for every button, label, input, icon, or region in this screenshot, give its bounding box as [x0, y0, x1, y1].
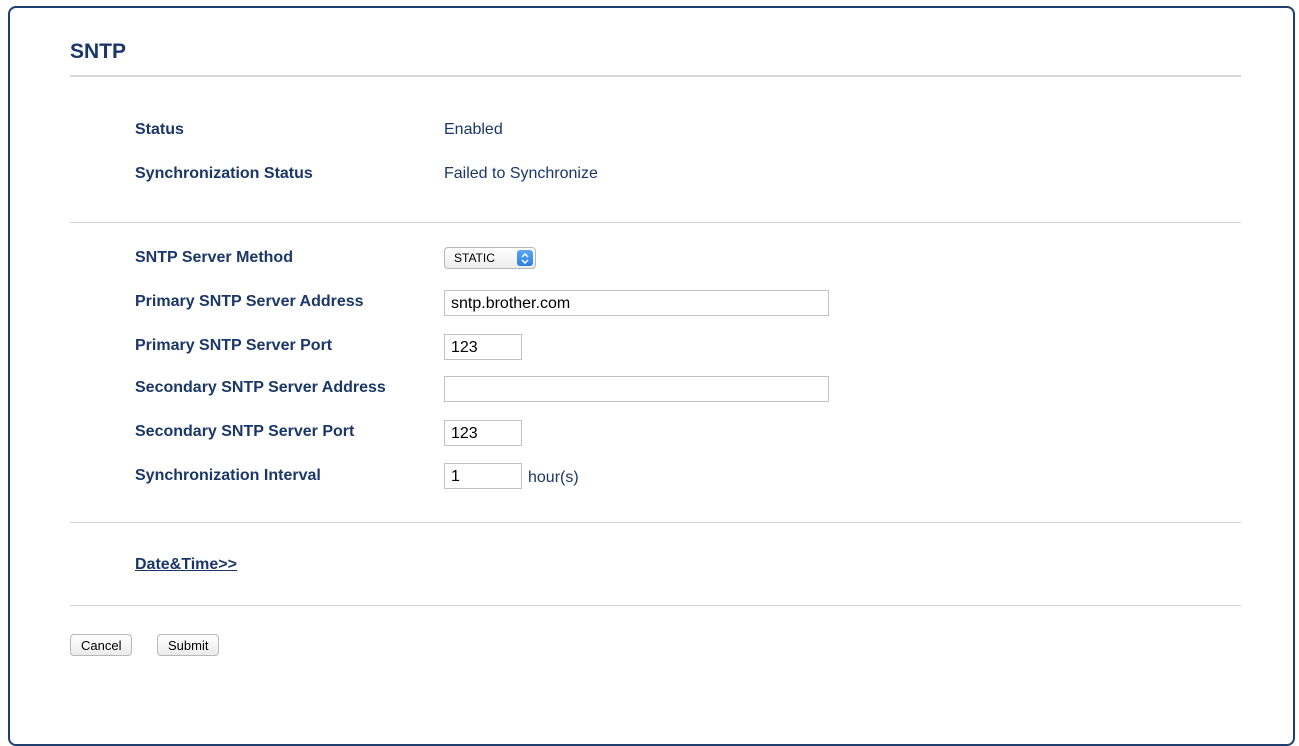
up-down-chevron-icon [517, 250, 533, 266]
title-divider [70, 75, 1241, 77]
secondary-address-label: Secondary SNTP Server Address [135, 379, 386, 396]
date-time-link[interactable]: Date&Time>> [135, 556, 237, 574]
server-method-label: SNTP Server Method [135, 249, 293, 266]
submit-button[interactable]: Submit [157, 634, 220, 656]
page-title: SNTP [70, 40, 127, 63]
sync-interval-label: Synchronization Interval [135, 467, 321, 484]
sync-status-label: Synchronization Status [135, 165, 313, 182]
sync-status-value: Failed to Synchronize [444, 165, 598, 182]
cancel-button[interactable]: Cancel [70, 634, 133, 656]
secondary-port-label: Secondary SNTP Server Port [135, 423, 355, 440]
section-divider [70, 605, 1241, 606]
section-divider [70, 222, 1241, 223]
primary-port-label: Primary SNTP Server Port [135, 337, 333, 354]
primary-port-input[interactable] [444, 334, 522, 360]
status-label: Status [135, 121, 184, 138]
section-divider [70, 522, 1241, 523]
secondary-port-input[interactable] [444, 420, 522, 446]
secondary-address-input[interactable] [444, 376, 829, 402]
sync-interval-unit: hour(s) [528, 469, 579, 486]
status-value: Enabled [444, 121, 503, 138]
server-method-select[interactable]: STATIC [444, 247, 536, 269]
server-method-selected-value: STATIC [454, 251, 495, 265]
primary-address-label: Primary SNTP Server Address [135, 293, 364, 310]
primary-address-input[interactable] [444, 290, 829, 316]
sync-interval-input[interactable] [444, 463, 522, 489]
